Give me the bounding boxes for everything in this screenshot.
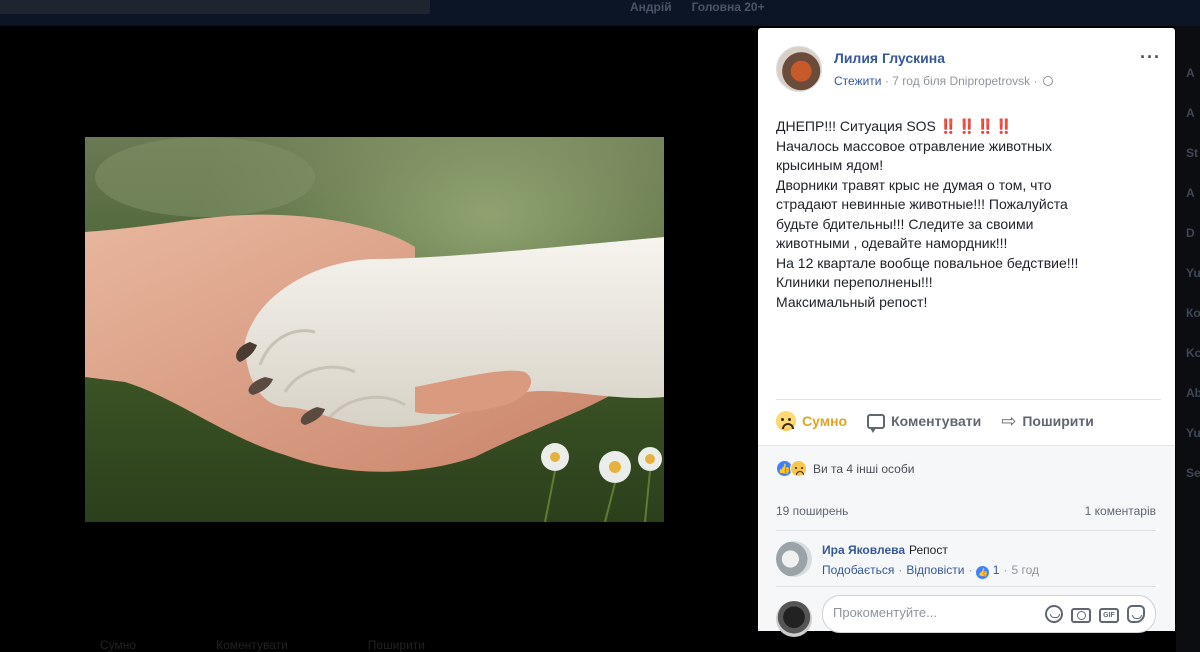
emoji-icon[interactable] — [1045, 605, 1063, 623]
more-options-icon[interactable]: ··· — [1140, 48, 1161, 66]
commenter-name-line: Ира Яковлева Репост — [822, 543, 948, 557]
post-meta: Стежити · 7 год біля Dnipropetrovsk · — [834, 74, 1053, 88]
post-text-line: Дворники травят крыс не думая о том, что — [776, 176, 1052, 193]
comment-icon — [867, 413, 886, 433]
background-letter: Kc — [1186, 346, 1200, 360]
background-letter: Ко — [1186, 306, 1200, 320]
background-action: Поширити — [367, 638, 426, 652]
background-action: Коментувати — [216, 638, 288, 652]
share-label: Поширити — [1022, 413, 1094, 429]
commenter-avatar[interactable] — [776, 541, 812, 577]
hand-and-paw-image — [85, 137, 664, 522]
react-sad-button[interactable]: Сумно — [776, 411, 847, 431]
my-avatar — [776, 601, 812, 637]
background-letter: Ab — [1186, 386, 1200, 400]
globe-icon — [1042, 76, 1053, 86]
follow-link[interactable]: Стежити — [834, 74, 882, 88]
background-nav-home: Головна 20+ — [691, 0, 765, 14]
background-letter: А — [1186, 106, 1195, 120]
comment-like-link[interactable]: Подобається — [822, 563, 894, 577]
location-prefix: біля — [923, 74, 947, 88]
background-action: Сумно — [100, 638, 137, 652]
meta-separator: · — [1033, 74, 1041, 88]
background-nav-profile: Андрій — [630, 0, 672, 14]
background-letter: А — [1186, 66, 1195, 80]
comment-item: Ира Яковлева Репост Подобається · Відповіст… — [776, 541, 1156, 581]
shares-count[interactable]: 19 поширень — [776, 504, 848, 518]
background-letter: А — [1186, 186, 1195, 200]
comment-input[interactable] — [833, 605, 1033, 620]
post-photo[interactable] — [85, 137, 664, 522]
reactions-text: Ви та 4 інші особи — [813, 461, 915, 476]
post-text-line: ДНЕПР!!! Ситуация SOS ‼️‼️‼️‼️ — [776, 118, 1014, 134]
comment-input-box[interactable]: GIF — [822, 595, 1156, 633]
post-text-line: Клиники переполнены!!! — [776, 274, 933, 290]
post-text: ДНЕПР!!! Ситуация SOS ‼️‼️‼️‼️ Началось … — [776, 117, 1161, 312]
divider — [776, 530, 1156, 531]
camera-icon[interactable] — [1071, 608, 1091, 623]
double-exclamation-icons: ‼️‼️‼️‼️ — [939, 118, 1014, 134]
post-stats: 19 поширень 1 коментарів — [776, 504, 1156, 518]
background-letter: Yu — [1186, 266, 1200, 280]
post-time[interactable]: 7 год — [892, 74, 920, 88]
post-text-line: На 12 квартале вообще повальное бедствие… — [776, 254, 1079, 271]
post-header: Лилия Глускина Стежити · 7 год біля Dnip… — [776, 46, 1161, 96]
comment-button[interactable]: Коментувати — [867, 413, 982, 433]
background-right-column: А А St А D Yu Ко Kc Ab Yu Se — [1176, 26, 1200, 652]
gif-icon[interactable]: GIF — [1099, 608, 1119, 623]
post-location[interactable]: Dnipropetrovsk — [949, 74, 1030, 88]
share-arrow-icon: ⇨ — [1001, 411, 1017, 431]
sticker-icon[interactable] — [1127, 605, 1145, 623]
comment-reply-link[interactable]: Відповісти — [906, 563, 964, 577]
post-text-line: Началось массовое отравление животных — [776, 137, 1052, 154]
background-search-bar — [0, 0, 430, 14]
background-letter: St — [1186, 146, 1198, 160]
comment-text: Репост — [909, 543, 948, 557]
post-text-line: страдают невинные животные!!! Пожалуйста — [776, 196, 1068, 212]
background-post-actions: Сумно Коментувати Поширити — [100, 638, 425, 652]
background-letter: D — [1186, 226, 1195, 240]
sad-reaction-icon — [776, 411, 796, 431]
background-letter: Se — [1186, 466, 1200, 480]
background-letter: Yu — [1186, 426, 1200, 440]
composer-tools: GIF — [1045, 605, 1145, 623]
comment-composer: GIF — [776, 586, 1156, 637]
commenter-name[interactable]: Ира Яковлева — [822, 543, 905, 557]
post-panel: Лилия Глускина Стежити · 7 год біля Dnip… — [758, 28, 1175, 637]
feedback-area: 👍 Ви та 4 інші особи 19 поширень 1 комен… — [758, 445, 1175, 637]
comments-count[interactable]: 1 коментарів — [1085, 504, 1156, 518]
reactions-summary[interactable]: 👍 Ви та 4 інші особи — [776, 460, 914, 477]
react-label: Сумно — [802, 413, 848, 429]
share-button[interactable]: ⇨ Поширити — [1001, 412, 1094, 430]
post-text-line: крысиным ядом! — [776, 157, 884, 173]
comment-time[interactable]: 5 год — [1011, 563, 1039, 577]
post-actions: Сумно Коментувати ⇨ Поширити — [776, 410, 1161, 433]
post-text-line: животными , одевайте намордник!!! — [776, 235, 1008, 251]
divider — [776, 399, 1161, 400]
comment-likes-count[interactable]: 1 — [993, 563, 1000, 577]
author-name[interactable]: Лилия Глускина — [834, 50, 945, 66]
post-text-line: Максимальный репост! — [776, 293, 928, 310]
post-text-line: будьте бдительны!!! Следите за своими — [776, 215, 1034, 232]
author-avatar[interactable] — [776, 46, 822, 92]
like-icon: 👍 — [976, 566, 990, 579]
sad-reaction-icon — [790, 460, 807, 477]
comment-meta: Подобається · Відповісти · 👍 1 · 5 год — [822, 563, 1040, 579]
comment-label: Коментувати — [891, 413, 982, 429]
background-nav: Андрій Головна 20+ — [630, 0, 765, 14]
